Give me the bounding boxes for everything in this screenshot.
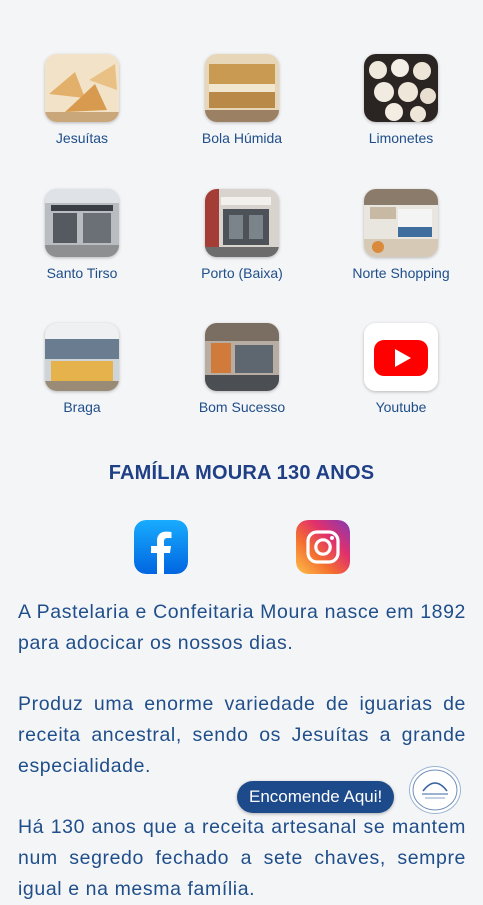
intro-paragraph-3: Há 130 anos que a receita artesanal se m… [18, 816, 466, 900]
tile-label: Braga [63, 399, 101, 415]
norte-shopping-store-photo [364, 189, 438, 257]
youtube-icon [364, 323, 438, 391]
tile-label: Bola Húmida [201, 130, 283, 146]
tile-label: Norte Shopping [352, 265, 450, 281]
tile-label: Limonetes [368, 130, 434, 146]
order-here-button[interactable]: Encomende Aqui! [237, 781, 395, 813]
tile-bola-humida[interactable]: Bola Húmida [167, 54, 317, 146]
tile-youtube[interactable]: Youtube [326, 323, 476, 415]
moura-logo-icon[interactable] [409, 766, 461, 814]
intro-paragraph-1: A Pastelaria e Confeitaria Moura nasce e… [18, 601, 466, 654]
tile-bom-sucesso[interactable]: Bom Sucesso [167, 323, 317, 415]
porto-baixa-store-photo [205, 189, 279, 257]
tile-label: Porto (Baixa) [201, 265, 283, 281]
tile-santo-tirso[interactable]: Santo Tirso [7, 189, 157, 281]
tile-porto-baixa[interactable]: Porto (Baixa) [167, 189, 317, 281]
braga-store-photo [45, 323, 119, 391]
tile-norte-shopping[interactable]: Norte Shopping [326, 189, 476, 281]
santo-tirso-store-photo [45, 189, 119, 257]
tile-label: Santo Tirso [46, 265, 118, 281]
bola-humida-photo [205, 54, 279, 122]
bom-sucesso-store-photo [205, 323, 279, 391]
tile-jesuitas[interactable]: Jesuítas [7, 54, 157, 146]
tile-label: Bom Sucesso [198, 399, 286, 415]
tile-braga[interactable]: Braga [7, 323, 157, 415]
page-title: FAMÍLIA MOURA 130 ANOS [108, 462, 375, 484]
tile-limonetes[interactable]: Limonetes [326, 54, 476, 146]
jesuitas-photo [45, 54, 119, 122]
instagram-icon[interactable] [296, 520, 350, 574]
tile-label: Youtube [375, 399, 427, 415]
facebook-icon[interactable] [134, 520, 188, 574]
limonetes-photo [364, 54, 438, 122]
tile-label: Jesuítas [55, 130, 109, 146]
intro-paragraph-2: Produz uma enorme variedade de iguarias … [18, 693, 466, 777]
